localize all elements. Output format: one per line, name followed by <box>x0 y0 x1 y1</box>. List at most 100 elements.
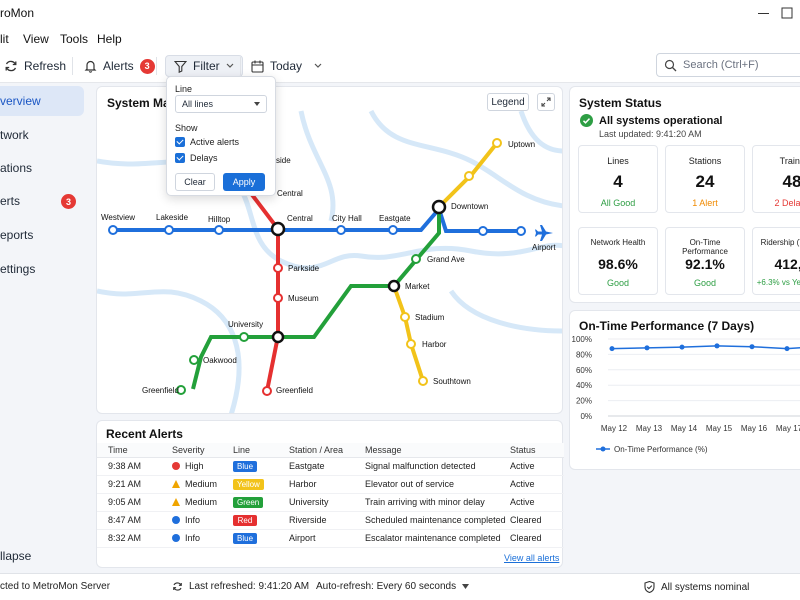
expand-map-button[interactable] <box>537 93 555 111</box>
station-oakwood <box>189 355 199 365</box>
stat-sub: +6.3% vs Yesterday <box>756 278 800 287</box>
alert-time: 9:38 AM <box>97 457 172 476</box>
alert-time: 8:47 AM <box>97 511 172 530</box>
alert-message: Scheduled maintenance completed <box>365 511 510 530</box>
station-eastgate <box>388 225 398 235</box>
menu-tools[interactable]: Tools <box>60 32 88 46</box>
alerts-button[interactable]: Alerts 3 <box>84 55 155 77</box>
alert-message: Train arriving with minor delay <box>365 493 510 512</box>
otp-line-chart[interactable]: 100% 80% 60% 40% 20% 0% May 12 May 13 May 14 May … <box>570 331 800 471</box>
sidebar: verview twork ations erts 3 eports etting… <box>0 84 90 572</box>
label-airport: Airport <box>532 243 556 252</box>
alert-station: Harbor <box>289 475 365 494</box>
x-tick-label: May 12 <box>601 424 628 433</box>
maximize-icon[interactable] <box>776 2 800 24</box>
delays-checkbox[interactable]: Delays <box>175 153 218 163</box>
table-row[interactable]: 8:47 AM Info Red Riverside Scheduled mai… <box>97 511 564 530</box>
label-north-central: Central <box>277 189 303 198</box>
data-point <box>609 346 615 352</box>
column-header[interactable]: Message <box>365 443 510 458</box>
line-filter-label: Line <box>175 84 193 94</box>
filter-button[interactable]: Filter <box>165 55 243 77</box>
stat-lines[interactable]: Lines 4 All Good <box>578 145 658 213</box>
y-tick-label: 80% <box>576 350 592 359</box>
connection-status: cted to MetroMon Server <box>0 581 111 592</box>
label-lakeside: Lakeside <box>156 213 189 222</box>
sidebar-item-alerts[interactable]: erts 3 <box>0 186 84 216</box>
stat-label: Lines <box>607 156 629 166</box>
label-southtown: Southtown <box>433 377 471 386</box>
auto-refresh-dropdown[interactable]: Auto-refresh: Every 60 seconds <box>316 581 470 592</box>
expand-icon <box>541 97 551 107</box>
station-stadium <box>400 312 410 322</box>
stat-stations[interactable]: Stations 24 1 Alert <box>665 145 745 213</box>
column-header[interactable]: Status <box>510 443 564 458</box>
label-greenfield-green: Greenfield <box>142 386 179 395</box>
search-icon <box>664 59 677 72</box>
table-row[interactable]: 9:21 AM Medium Yellow Harbor Elevator ou… <box>97 475 564 494</box>
stat-trains[interactable]: Trains 48 2 Delays <box>752 145 800 213</box>
alerts-label: Alerts <box>103 59 134 73</box>
system-nominal-status: All systems nominal <box>644 581 749 593</box>
sidebar-item-overview[interactable]: verview <box>0 86 84 116</box>
checkbox-checked-icon <box>175 137 185 147</box>
label-city-hall: City Hall <box>332 214 362 223</box>
data-point <box>714 343 720 349</box>
clear-filter-button[interactable]: Clear <box>175 173 215 191</box>
menu-view[interactable]: View <box>23 32 49 46</box>
transfer-university <box>271 330 285 344</box>
column-header[interactable]: Time <box>97 443 172 458</box>
caret-down-icon <box>462 584 470 589</box>
sidebar-item-settings[interactable]: ettings <box>0 254 84 284</box>
x-tick-label: May 14 <box>671 424 698 433</box>
refresh-button[interactable]: Refresh <box>4 55 66 77</box>
station-university <box>239 332 249 342</box>
menu-help[interactable]: Help <box>97 32 122 46</box>
bell-icon <box>84 60 97 73</box>
date-range-dropdown[interactable]: Today <box>251 55 322 77</box>
station-uptown <box>492 138 502 148</box>
table-row[interactable]: 9:38 AM High Blue Eastgate Signal malfun… <box>97 457 564 476</box>
station-westview <box>108 225 118 235</box>
info-icon <box>172 515 180 524</box>
sidebar-item-network[interactable]: twork <box>0 120 84 150</box>
stat-label: On-Time Performance <box>682 238 728 256</box>
sidebar-item-stations[interactable]: ations <box>0 153 84 183</box>
chevron-down-icon <box>314 63 322 68</box>
view-all-alerts-link[interactable]: View all alerts <box>504 553 559 563</box>
table-row[interactable]: 9:05 AM Medium Green University Train ar… <box>97 493 564 512</box>
apply-filter-button[interactable]: Apply <box>223 173 265 191</box>
sidebar-item-label: twork <box>0 128 29 142</box>
stat-label: Stations <box>688 156 722 166</box>
operational-text: All systems operational <box>599 114 723 127</box>
x-tick-label: May 15 <box>706 424 733 433</box>
column-header[interactable]: Station / Area <box>289 443 365 458</box>
error-icon <box>172 461 180 470</box>
column-header[interactable]: Line <box>233 443 289 458</box>
menu-edit[interactable]: lit <box>0 32 9 46</box>
table-row[interactable]: 8:32 AM Info Blue Airport Escalator main… <box>97 529 564 548</box>
stat-value: 48 <box>782 172 800 191</box>
column-header[interactable]: Severity <box>172 443 233 458</box>
alert-time: 9:05 AM <box>97 493 172 512</box>
label-eastgate: Eastgate <box>379 214 411 223</box>
sidebar-item-reports[interactable]: eports <box>0 220 84 250</box>
x-tick-label: May 16 <box>741 424 768 433</box>
legend-button[interactable]: Legend <box>487 93 529 111</box>
station-east-blue <box>478 226 488 236</box>
active-alerts-checkbox[interactable]: Active alerts <box>175 137 239 147</box>
line-select[interactable]: All lines <box>175 95 267 113</box>
stat-on-time[interactable]: On-Time Performance 92.1% Good <box>665 227 745 295</box>
stat-ridership[interactable]: Ridership (Today) 412,3 +6.3% vs Yesterd… <box>752 227 800 295</box>
search-input[interactable] <box>683 57 800 73</box>
stat-value: 92.1% <box>685 256 725 272</box>
alert-message: Elevator out of service <box>365 475 510 494</box>
collapse-sidebar-button[interactable]: llapse <box>0 549 31 563</box>
stat-sub: Good <box>693 278 717 288</box>
minimize-icon[interactable] <box>752 2 776 24</box>
auto-refresh-text: Auto-refresh: Every 60 seconds <box>316 581 457 592</box>
stat-value: 24 <box>695 172 715 191</box>
airplane-icon <box>535 225 553 241</box>
stat-network-health[interactable]: Network Health 98.6% Good <box>578 227 658 295</box>
search-box[interactable] <box>656 53 800 77</box>
